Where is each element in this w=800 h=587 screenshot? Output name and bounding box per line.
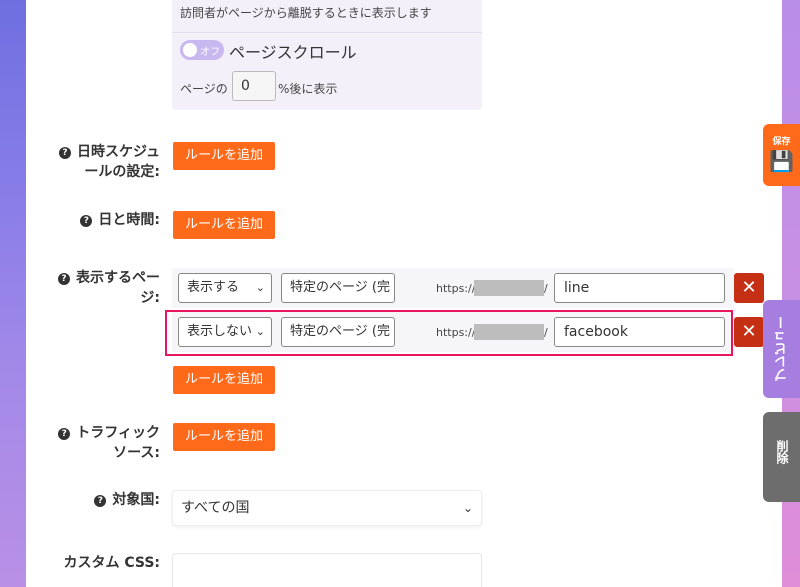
divider bbox=[172, 32, 482, 33]
scroll-percent-suffix: %後に表示 bbox=[278, 82, 338, 96]
traffic-add-rule-button[interactable]: ルールを追加 bbox=[173, 423, 276, 451]
delete-button[interactable]: 削除 bbox=[763, 412, 800, 502]
datetime-add-rule-button[interactable]: ルールを追加 bbox=[173, 211, 276, 239]
preview-button[interactable]: プレビュー bbox=[763, 300, 800, 398]
schedule-add-rule-button[interactable]: ルールを追加 bbox=[173, 142, 276, 170]
help-icon[interactable]: ? bbox=[58, 147, 71, 159]
url-prefix: https:// bbox=[436, 282, 476, 295]
country-select[interactable]: すべての国 ⌄ bbox=[172, 490, 482, 526]
save-button[interactable]: 保存 💾 bbox=[763, 124, 800, 186]
delete-rule-button[interactable]: ✕ bbox=[734, 317, 764, 347]
exit-intent-description: 訪問者がページから離脱するときに表示します bbox=[180, 6, 432, 20]
custom-css-label: カスタム CSS: bbox=[63, 555, 160, 571]
select-value: 特定のページ (完 bbox=[290, 280, 390, 295]
chevron-down-icon: ⌄ bbox=[255, 281, 265, 294]
select-value: 特定のページ (完 bbox=[290, 324, 390, 339]
delete-label: 削除 bbox=[775, 440, 789, 464]
toggle-state-label: オフ bbox=[200, 47, 220, 58]
page-scroll-label: ページスクロール bbox=[229, 43, 357, 62]
help-icon[interactable]: ? bbox=[58, 273, 70, 285]
traffic-label: ? トラフィック ソース: bbox=[44, 423, 160, 463]
select-value: 表示する bbox=[187, 280, 240, 295]
select-value: 表示しない bbox=[187, 324, 253, 339]
help-icon[interactable]: ? bbox=[94, 495, 107, 507]
redacted-domain bbox=[474, 280, 544, 296]
page-rule-mode-select[interactable]: 表示しない ⌄ bbox=[178, 317, 272, 347]
toggle-knob bbox=[183, 43, 197, 57]
url-slash: / bbox=[544, 326, 548, 339]
page-rule-type-select[interactable]: 特定のページ (完 bbox=[281, 273, 395, 303]
delete-rule-button[interactable]: ✕ bbox=[734, 273, 764, 303]
background-left-gradient bbox=[0, 0, 26, 587]
page-rule-path-input[interactable] bbox=[554, 317, 725, 347]
help-icon[interactable]: ? bbox=[80, 215, 93, 227]
scroll-percent-prefix: ページの bbox=[180, 82, 228, 96]
schedule-label: ? 日時スケジュ ールの設定: bbox=[44, 142, 160, 182]
page-scroll-toggle[interactable]: オフ bbox=[180, 40, 224, 60]
page-rule-type-select[interactable]: 特定のページ (完 bbox=[281, 317, 395, 347]
help-icon[interactable]: ? bbox=[58, 428, 71, 440]
redacted-domain bbox=[474, 324, 544, 340]
select-value: すべての国 bbox=[181, 500, 250, 516]
url-slash: / bbox=[544, 282, 548, 295]
url-prefix: https:// bbox=[436, 326, 476, 339]
custom-css-textarea[interactable] bbox=[172, 553, 482, 587]
floppy-disk-icon: 💾 bbox=[769, 149, 794, 173]
page-rule-mode-select[interactable]: 表示する ⌄ bbox=[178, 273, 272, 303]
pages-label: ? 表示するペー ジ: bbox=[44, 268, 160, 308]
country-label: ? 対象国: bbox=[44, 490, 160, 510]
pages-add-rule-button[interactable]: ルールを追加 bbox=[173, 366, 276, 394]
page-rule-path-input[interactable] bbox=[554, 273, 725, 303]
chevron-down-icon: ⌄ bbox=[462, 501, 473, 515]
save-label: 保存 bbox=[772, 137, 791, 147]
chevron-down-icon: ⌄ bbox=[255, 325, 265, 338]
datetime-label: ? 日と時間: bbox=[44, 210, 160, 230]
scroll-percent-input[interactable] bbox=[232, 71, 276, 101]
preview-label: プレビュー bbox=[775, 316, 790, 381]
